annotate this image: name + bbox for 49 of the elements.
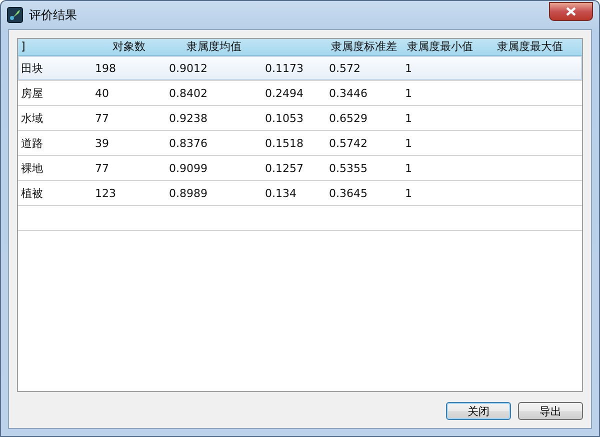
table-cell-text: 裸地 [20,160,44,176]
table-cell-text: 0.1053 [264,112,304,124]
column-header[interactable]: 隶属度最大值 [478,39,582,55]
table-cell-text: 0.9099 [168,162,208,174]
table-cell-text: 0.2494 [264,86,304,100]
dialog-button[interactable]: 导出 [518,402,583,420]
dialog-button[interactable]: 关闭 [446,402,511,420]
table-cell-text: 0.572 [328,62,362,74]
table-cell-text: 0.3645 [328,186,368,200]
column-header[interactable]: 隶属度标准差 [326,39,402,55]
table-cell-text: 1 [404,136,413,150]
table-cell-text: 0.6529 [328,112,368,124]
column-header[interactable]: 隶属度最小值 [402,39,478,55]
table-cell-text: 0.8376 [168,136,208,150]
table-cell-text: 0.5742 [328,136,368,150]
close-icon [566,7,576,16]
table-row[interactable]: 田块 198 0.9012 0.1173 0.572 1 [18,56,582,81]
table-cell-text: 40 [94,86,110,100]
table-cell-text: 123 [94,186,117,200]
table-cell-text: 0.3446 [328,86,368,100]
table-cell-text: 0.1518 [264,136,304,150]
close-button[interactable] [549,2,593,21]
table-cell-text: 1 [404,112,413,124]
table-cell-text: 39 [94,136,110,150]
table-cell-text: 1 [404,186,413,200]
table-cell-text: 0.9238 [168,112,208,124]
table-cell-text: 1 [404,62,413,74]
table-cell-text: 0.1257 [264,162,304,174]
column-header[interactable]: 隶属度均值 [166,39,262,55]
table-cell-text: 房屋 [20,86,44,100]
column-header[interactable]: 对象数 [92,39,166,55]
table-cell-text: 0.1173 [264,62,304,74]
table-cell-text: 道路 [20,136,44,150]
table-cell-text: 水域 [20,110,44,126]
table-cell-text: 0.8989 [168,186,208,200]
table-cell-text: 田块 [20,60,44,76]
table-cell-text: 0.9012 [168,62,208,74]
table-cell-text: 77 [94,112,110,124]
table-cell-text: 植被 [20,186,44,200]
table-cell-text: 1 [404,86,413,100]
window-title: 评价结果 [29,6,78,24]
table-cell-text: 1 [404,162,413,174]
app-icon [7,7,23,23]
table-cell-text: 198 [94,62,117,74]
table-cell-text: 0.5355 [328,162,368,174]
table-cell-text: 0.8402 [168,86,208,100]
table-cell-text: 77 [94,162,110,174]
table-cell-text: 0.134 [264,186,298,200]
column-header[interactable]: ] [18,39,92,55]
